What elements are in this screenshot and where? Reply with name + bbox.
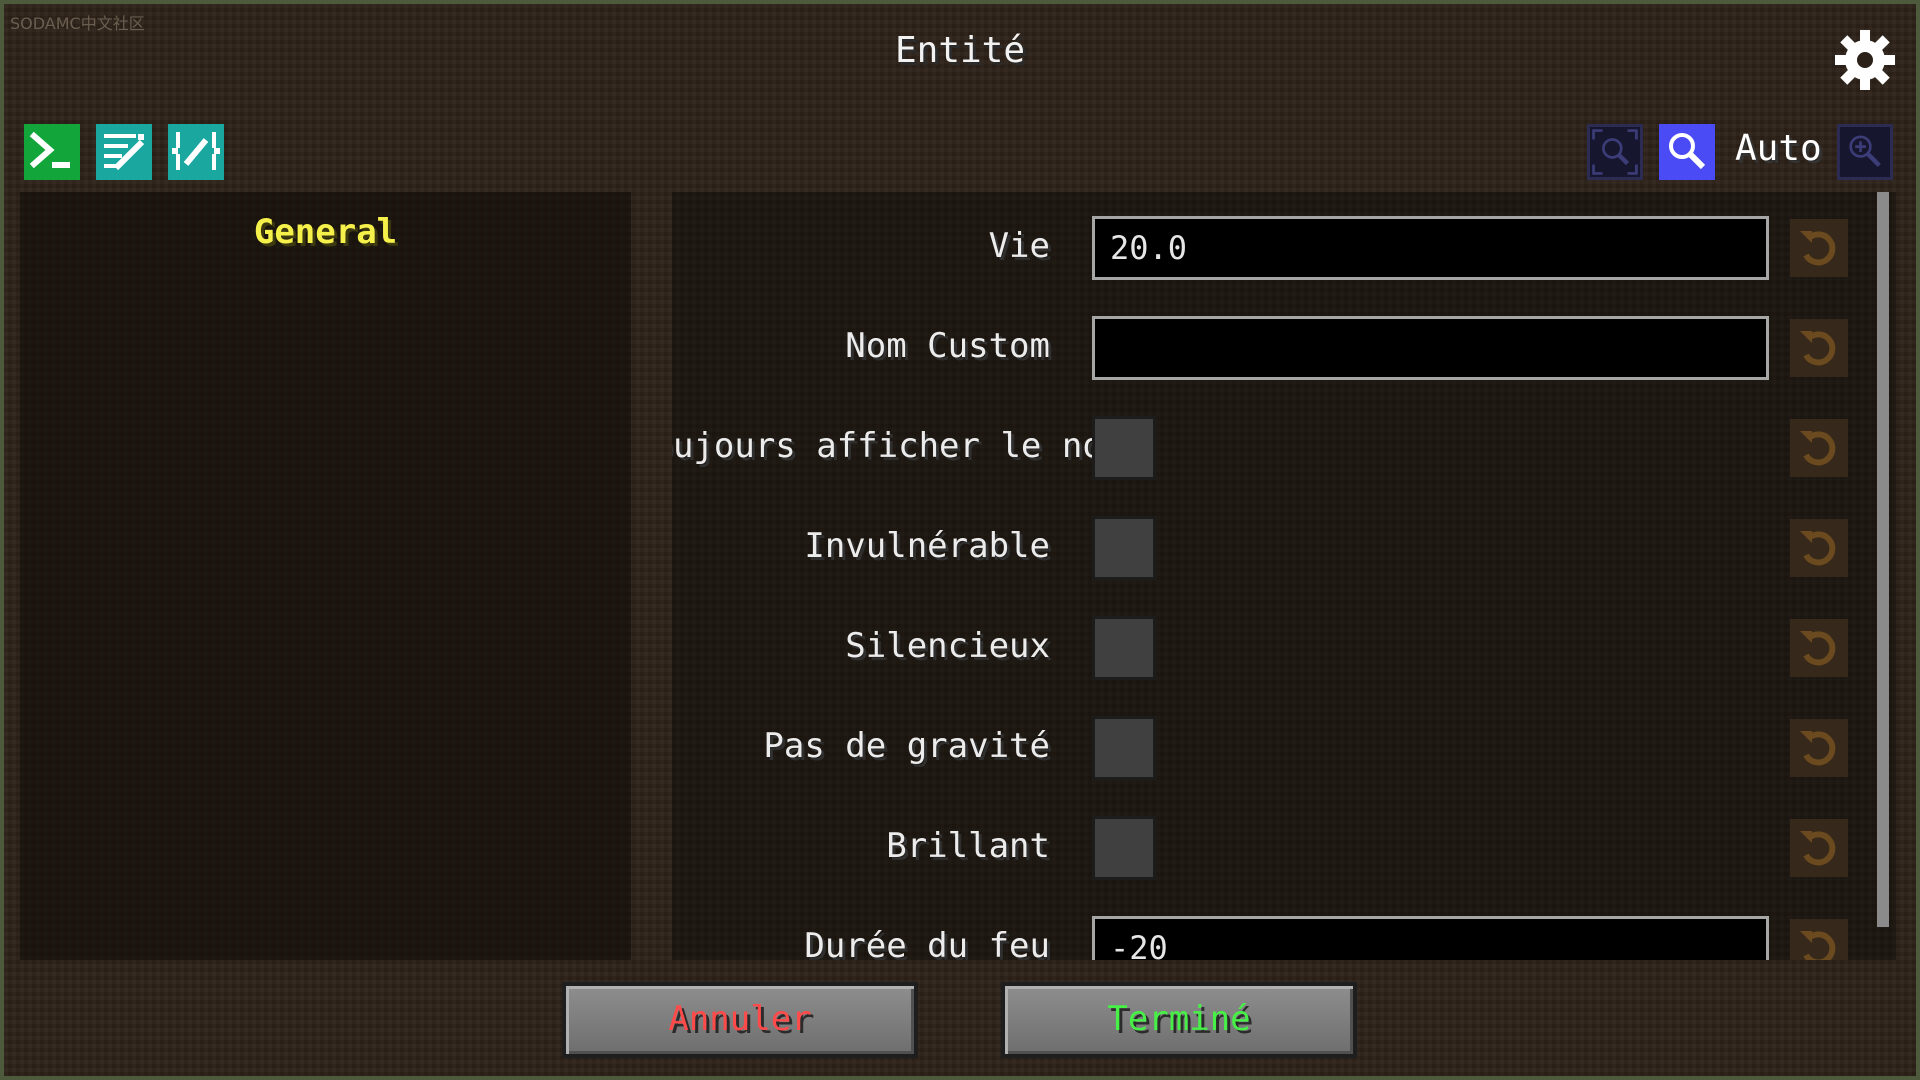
fields-scrollbar[interactable] — [1877, 192, 1889, 927]
reset-icon — [1800, 431, 1836, 466]
glowing-checkbox[interactable] — [1092, 816, 1156, 880]
field-row-fire-duration: Durée du feu -20 — [672, 916, 1896, 960]
health-input[interactable]: 20.0 — [1092, 216, 1769, 280]
field-label: Silencieux — [845, 626, 1050, 666]
edit-nbt-button[interactable] — [168, 124, 224, 180]
zoom-icon — [1669, 133, 1706, 170]
zoom-mode-label: Auto — [1735, 128, 1822, 169]
no-gravity-checkbox[interactable] — [1092, 716, 1156, 780]
field-row-no-gravity: Pas de gravité — [672, 716, 1896, 780]
field-row-always-show-name: Toujours afficher le nom — [672, 416, 1896, 480]
reset-icon — [1800, 931, 1836, 960]
fields-panel: Vie 20.0 Nom Custom Toujours afficher le… — [672, 192, 1896, 960]
field-label: Brillant — [886, 826, 1050, 866]
terminal-button[interactable] — [24, 124, 80, 180]
gear-icon — [1835, 30, 1895, 90]
edit-grid-button[interactable] — [96, 124, 152, 180]
edit-grid-icon — [104, 134, 145, 171]
field-label: Durée du feu — [804, 926, 1050, 960]
category-panel: General — [20, 192, 631, 960]
reset-icon — [1800, 631, 1836, 666]
cancel-button[interactable]: Annuler — [562, 982, 918, 1058]
terminal-icon — [29, 131, 70, 169]
category-general[interactable]: General — [20, 212, 631, 252]
settings-button[interactable] — [1833, 28, 1897, 92]
custom-name-input[interactable] — [1092, 316, 1769, 380]
reset-icon — [1800, 731, 1836, 766]
invulnerable-checkbox[interactable] — [1092, 516, 1156, 580]
reset-button[interactable] — [1790, 619, 1848, 677]
reset-icon — [1800, 831, 1836, 866]
field-row-health: Vie 20.0 — [672, 216, 1896, 280]
reset-icon — [1800, 531, 1836, 566]
zoom-button[interactable] — [1659, 124, 1715, 180]
field-label: Vie — [988, 226, 1050, 266]
field-label: Pas de gravité — [763, 726, 1050, 766]
field-label: Nom Custom — [845, 326, 1050, 366]
reset-button[interactable] — [1790, 919, 1848, 960]
reset-icon — [1800, 231, 1836, 266]
always-show-name-checkbox[interactable] — [1092, 416, 1156, 480]
zoom-fit-icon — [1592, 129, 1638, 175]
field-row-invulnerable: Invulnérable — [672, 516, 1896, 580]
field-label: Invulnérable — [804, 526, 1050, 566]
reset-button[interactable] — [1790, 319, 1848, 377]
zoom-fit-button[interactable] — [1587, 124, 1643, 180]
fire-duration-input[interactable]: -20 — [1092, 916, 1769, 960]
reset-button[interactable] — [1790, 419, 1848, 477]
zoom-in-icon — [1849, 135, 1881, 167]
reset-button[interactable] — [1790, 519, 1848, 577]
reset-button[interactable] — [1790, 819, 1848, 877]
field-row-silent: Silencieux — [672, 616, 1896, 680]
reset-icon — [1800, 331, 1836, 366]
field-row-glowing: Brillant — [672, 816, 1896, 880]
silent-checkbox[interactable] — [1092, 616, 1156, 680]
page-title: Entité — [894, 30, 1026, 71]
field-label: Toujours afficher le nom — [672, 426, 1124, 466]
reset-button[interactable] — [1790, 219, 1848, 277]
field-row-custom-name: Nom Custom — [672, 316, 1896, 380]
done-button[interactable]: Terminé — [1001, 982, 1357, 1058]
zoom-in-button[interactable] — [1837, 124, 1893, 180]
reset-button[interactable] — [1790, 719, 1848, 777]
edit-nbt-icon — [172, 132, 220, 170]
